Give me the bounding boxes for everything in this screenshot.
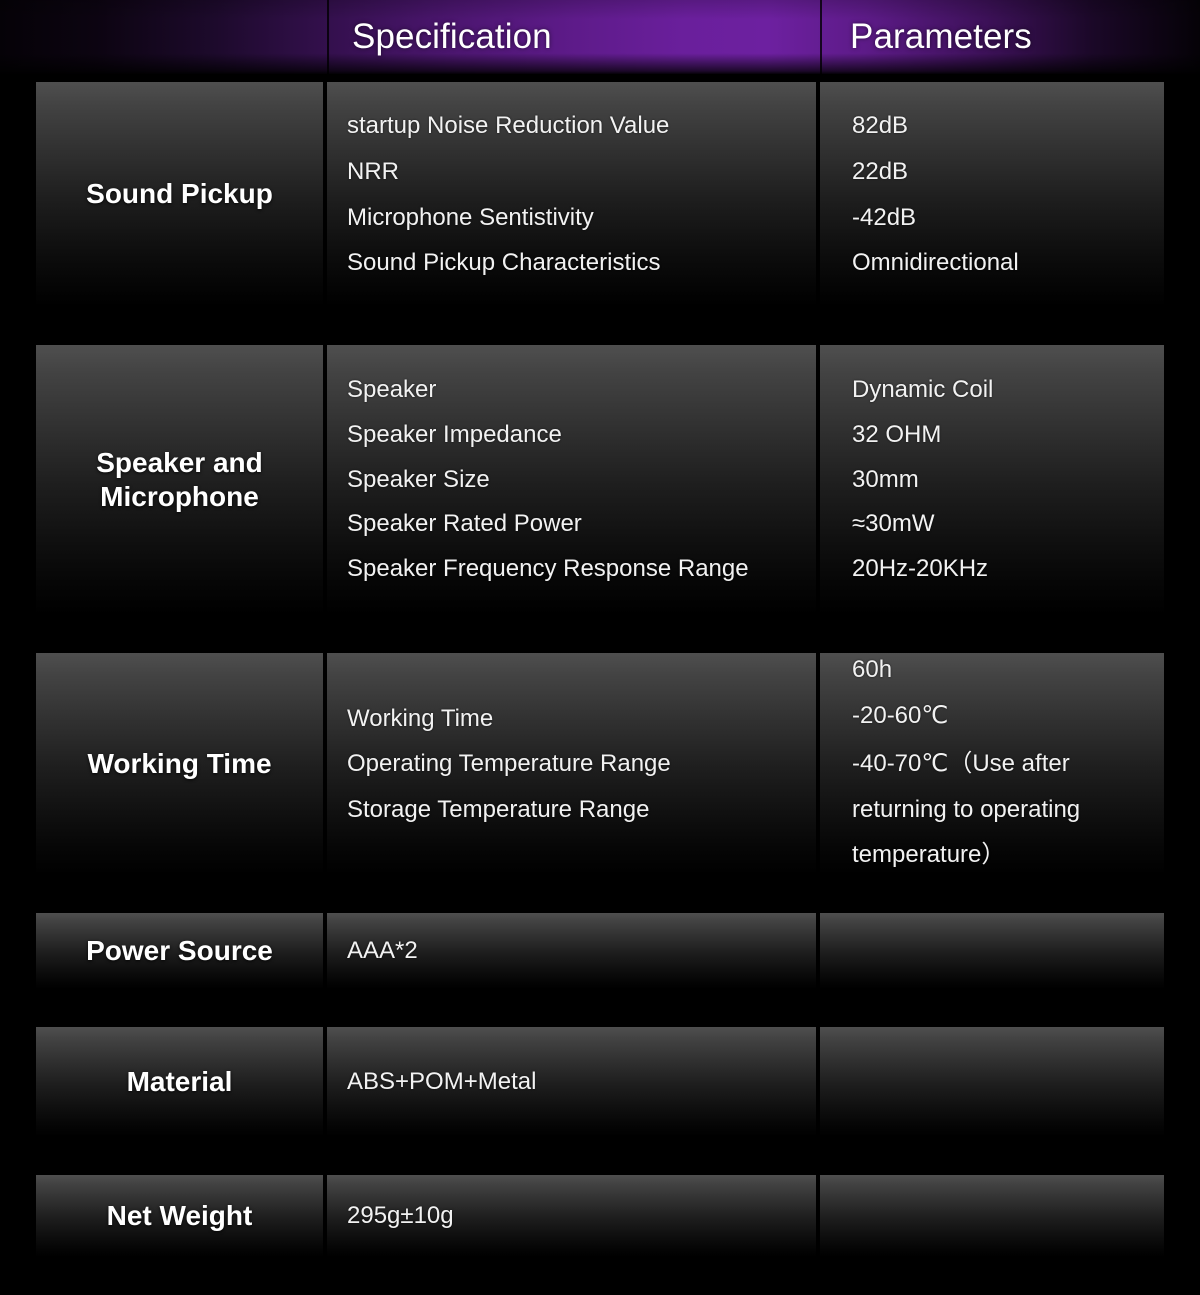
row-label: Material bbox=[126, 1065, 233, 1097]
spec-line: Speaker Size bbox=[347, 465, 490, 493]
param-line: Omnidirectional bbox=[852, 249, 1019, 277]
param-line: -20-60℃ bbox=[852, 701, 949, 729]
row-label: Speaker and Microphone bbox=[96, 446, 263, 512]
specification-sheet: Specification Parameters Sound Pickup st… bbox=[0, 0, 1200, 1257]
row-parameter-cell: 60h -20-60℃ -40-70℃（Use after returning … bbox=[820, 653, 1164, 875]
row-parameter-cell bbox=[820, 1175, 1164, 1257]
row-label: Sound Pickup bbox=[86, 178, 273, 210]
spec-line: startup Noise Reduction Value bbox=[347, 112, 670, 140]
table-header: Specification Parameters bbox=[0, 0, 1200, 74]
table-row: Material ABS+POM+Metal bbox=[36, 1027, 1164, 1137]
header-parameters: Parameters bbox=[850, 17, 1032, 56]
table-row: Sound Pickup startup Noise Reduction Val… bbox=[36, 82, 1164, 307]
row-label-cell: Material bbox=[36, 1027, 323, 1137]
row-parameter-cell bbox=[820, 1027, 1164, 1137]
spec-line: Storage Temperature Range bbox=[347, 795, 650, 823]
param-line: -40-70℃（Use after returning to operating… bbox=[852, 750, 1087, 869]
spec-line: AAA*2 bbox=[347, 937, 418, 965]
spec-line: Operating Temperature Range bbox=[347, 750, 671, 778]
row-specification-cell: Speaker Speaker Impedance Speaker Size S… bbox=[327, 345, 816, 615]
row-label: Working Time bbox=[87, 747, 272, 779]
header-divider-1 bbox=[327, 0, 329, 74]
spec-line: Working Time bbox=[347, 705, 494, 733]
row-label: Power Source bbox=[86, 934, 273, 966]
param-line: 30mm bbox=[852, 465, 919, 493]
row-specification-cell: Working Time Operating Temperature Range… bbox=[327, 653, 816, 875]
row-specification-cell: AAA*2 bbox=[327, 913, 816, 989]
param-line: Dynamic Coil bbox=[852, 375, 994, 403]
param-line: 60h bbox=[852, 656, 893, 684]
spec-line: NRR bbox=[347, 157, 399, 185]
table-row: Power Source AAA*2 bbox=[36, 913, 1164, 989]
param-line: 32 OHM bbox=[852, 420, 942, 448]
param-line: -42dB bbox=[852, 203, 917, 231]
header-divider-2 bbox=[820, 0, 822, 74]
table-row: Net Weight 295g±10g bbox=[36, 1175, 1164, 1257]
row-label-cell: Power Source bbox=[36, 913, 323, 989]
row-specification-cell: startup Noise Reduction Value NRR Microp… bbox=[327, 82, 816, 307]
row-label-cell: Sound Pickup bbox=[36, 82, 323, 307]
row-label: Net Weight bbox=[106, 1199, 253, 1231]
spec-line: Speaker Impedance bbox=[347, 420, 562, 448]
row-label-cell: Net Weight bbox=[36, 1175, 323, 1257]
spec-line: 295g±10g bbox=[347, 1202, 454, 1230]
table-body: Sound Pickup startup Noise Reduction Val… bbox=[36, 82, 1164, 1295]
table-row: Speaker and Microphone Speaker Speaker I… bbox=[36, 345, 1164, 615]
row-parameter-cell: 82dB 22dB -42dB Omnidirectional bbox=[820, 82, 1164, 307]
row-parameter-cell: Dynamic Coil 32 OHM 30mm ≈30mW 20Hz-20KH… bbox=[820, 345, 1164, 615]
spec-line: ABS+POM+Metal bbox=[347, 1068, 537, 1096]
spec-line: Speaker Rated Power bbox=[347, 510, 582, 538]
param-line: 20Hz-20KHz bbox=[852, 555, 989, 583]
row-label-cell: Working Time bbox=[36, 653, 323, 875]
param-line: 82dB bbox=[852, 112, 909, 140]
table-row: Working Time Working Time Operating Temp… bbox=[36, 653, 1164, 875]
row-specification-cell: ABS+POM+Metal bbox=[327, 1027, 816, 1137]
param-line: ≈30mW bbox=[852, 510, 935, 538]
row-parameter-cell bbox=[820, 913, 1164, 989]
header-specification: Specification bbox=[352, 17, 552, 56]
param-line: 22dB bbox=[852, 157, 909, 185]
spec-line: Sound Pickup Characteristics bbox=[347, 249, 661, 277]
row-label-cell: Speaker and Microphone bbox=[36, 345, 323, 615]
row-specification-cell: 295g±10g bbox=[327, 1175, 816, 1257]
spec-line: Microphone Sentistivity bbox=[347, 203, 594, 231]
spec-line: Speaker Frequency Response Range bbox=[347, 555, 749, 583]
spec-line: Speaker bbox=[347, 375, 437, 403]
